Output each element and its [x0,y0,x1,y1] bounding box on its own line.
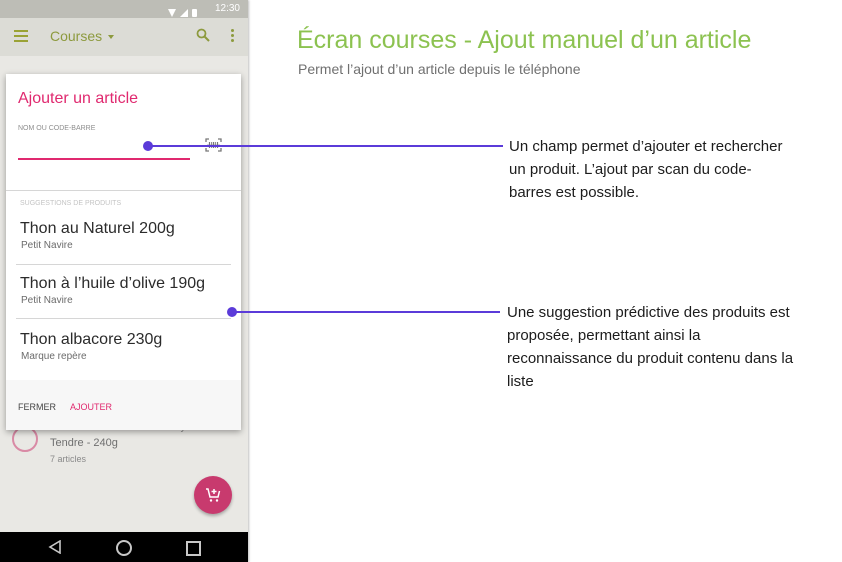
connector-dot-2 [227,307,237,317]
connector-dot-1 [143,141,153,151]
callout-suggestions: Une suggestion prédictive des produits e… [507,304,794,390]
callout-search-field: Un champ permet d’ajouter et rechercher … [509,138,783,201]
connector-lines [143,141,503,317]
